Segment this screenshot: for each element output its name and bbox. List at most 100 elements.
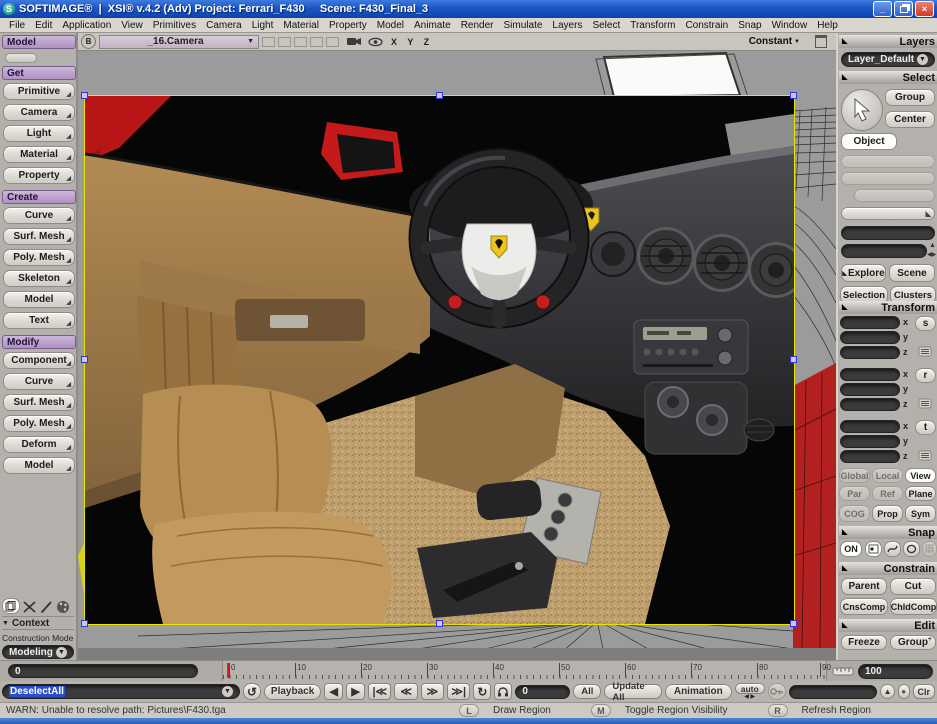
mode-plane-button[interactable]: Plane — [905, 486, 936, 501]
selection-cursor-button[interactable] — [841, 89, 883, 131]
autokey-button[interactable]: auto — [735, 683, 765, 694]
tool-pen-icon[interactable] — [40, 600, 54, 614]
selection-filter-dropdown[interactable]: ◣ — [841, 207, 935, 220]
constrain-panel-header[interactable]: ◣ Constrain — [839, 562, 937, 575]
spin-up-icon[interactable]: ▲ — [929, 242, 936, 249]
region-handle[interactable] — [436, 92, 443, 99]
minimize-button[interactable]: _ — [873, 1, 892, 17]
menu-light[interactable]: Light — [247, 20, 279, 31]
create-poly-mesh-button[interactable]: Poly. Mesh◢ — [3, 249, 75, 266]
snap-point-button[interactable] — [865, 541, 882, 557]
menu-file[interactable]: File — [4, 20, 30, 31]
mode-view-button[interactable]: View — [905, 468, 936, 483]
get-primitive-button[interactable]: Primitive◢ — [3, 83, 75, 100]
menu-select[interactable]: Select — [587, 20, 625, 31]
layer-selector-dropdown[interactable]: Layer_Default ▼ — [841, 52, 935, 67]
edit-freeze-button[interactable]: Freeze — [841, 635, 887, 650]
menu-property[interactable]: Property — [324, 20, 372, 31]
menu-camera[interactable]: Camera — [201, 20, 247, 31]
create-text-button[interactable]: Text◢ — [3, 312, 75, 329]
prop-button[interactable]: Prop — [872, 505, 903, 522]
explore-button[interactable]: ◣Explore — [841, 264, 886, 282]
snap-curve-button[interactable] — [884, 541, 901, 557]
translate-z-field[interactable] — [840, 450, 900, 463]
modify-deform-button[interactable]: Deform◢ — [3, 436, 75, 453]
select-filter-slot[interactable] — [854, 189, 935, 202]
scale-options-icon[interactable] — [918, 346, 932, 357]
keyframe-button[interactable] — [768, 683, 786, 700]
viewport-canvas[interactable] — [78, 51, 836, 660]
menu-render[interactable]: Render — [456, 20, 499, 31]
script-edit-field[interactable] — [789, 685, 878, 699]
transform-panel-header[interactable]: ◣ Transform — [839, 301, 937, 314]
mode-par-button[interactable]: Par — [839, 486, 870, 501]
rotate-x-field[interactable] — [840, 368, 900, 381]
region-handle[interactable] — [436, 620, 443, 627]
snap-panel-header[interactable]: ◣ Snap — [839, 526, 937, 539]
selection-text-field[interactable] — [841, 226, 935, 240]
menu-animate[interactable]: Animate — [409, 20, 456, 31]
playback-menu-button[interactable]: Playback — [264, 684, 321, 700]
module-switcher[interactable]: Model — [2, 35, 76, 49]
modify-surf-mesh-button[interactable]: Surf. Mesh◢ — [3, 394, 75, 411]
menu-model[interactable]: Model — [372, 20, 409, 31]
scene-button[interactable]: Scene — [889, 264, 935, 282]
rotate-options-icon[interactable] — [918, 398, 932, 409]
frame-range-field[interactable]: 100 — [858, 664, 933, 679]
update-all-button[interactable]: Update All — [604, 684, 661, 699]
scrub-up-button[interactable]: ▲ — [880, 684, 894, 699]
rotate-y-field[interactable] — [840, 383, 900, 396]
region-handle[interactable] — [790, 356, 797, 363]
constrain-cnscomp-button[interactable]: CnsComp — [840, 598, 888, 615]
menu-material[interactable]: Material — [278, 20, 324, 31]
audio-mute-button[interactable] — [494, 683, 512, 700]
close-button[interactable]: × — [915, 1, 934, 17]
snap-object-button[interactable] — [903, 541, 920, 557]
view-mode-slot[interactable] — [278, 37, 291, 47]
tool-pliers-icon[interactable] — [22, 600, 38, 614]
command-dropdown[interactable]: DeselectAll ▼ — [2, 684, 240, 699]
camera-icon[interactable] — [346, 36, 362, 47]
menu-layers[interactable]: Layers — [547, 20, 587, 31]
constrain-chldcomp-button[interactable]: ChldComp — [890, 598, 937, 615]
playback-frame-field[interactable]: 0 — [515, 685, 570, 699]
get-material-button[interactable]: Material◢ — [3, 146, 75, 163]
eye-icon[interactable] — [368, 37, 383, 47]
select-center-button[interactable]: Center — [885, 111, 935, 128]
go-to-end-button[interactable]: ≫| — [447, 683, 470, 700]
snap-grid-button[interactable] — [922, 541, 937, 557]
record-button[interactable]: ● — [898, 684, 910, 699]
scale-z-field[interactable] — [840, 346, 900, 359]
region-handle[interactable] — [81, 92, 88, 99]
rotate-z-field[interactable] — [840, 398, 900, 411]
select-object-button[interactable]: Object — [841, 133, 897, 150]
menu-application[interactable]: Application — [57, 20, 116, 31]
restore-button[interactable] — [894, 1, 913, 17]
snap-on-button[interactable]: ON — [840, 541, 862, 557]
frame-forward-button[interactable]: ▶ — [346, 683, 365, 700]
create-model-button[interactable]: Model◢ — [3, 291, 75, 308]
menu-snap[interactable]: Snap — [733, 20, 766, 31]
view-mode-slot[interactable] — [294, 37, 307, 47]
ruler-icon[interactable] — [832, 666, 854, 677]
viewport-camera-dropdown[interactable]: _16.Camera ▼ — [99, 35, 259, 49]
menu-transform[interactable]: Transform — [625, 20, 680, 31]
view-mode-slot[interactable] — [326, 37, 339, 47]
scale-tool-button[interactable]: s — [915, 316, 936, 331]
memo-cam-button[interactable]: B — [81, 34, 96, 49]
region-handle[interactable] — [81, 356, 88, 363]
loop-mode-button[interactable]: ↻ — [473, 683, 491, 700]
translate-tool-button[interactable]: t — [915, 420, 936, 435]
modify-component-button[interactable]: Component◢ — [3, 352, 75, 369]
layers-panel-header[interactable]: ◣ Layers — [839, 35, 937, 48]
view-mode-slot[interactable] — [310, 37, 323, 47]
menu-view[interactable]: View — [116, 20, 148, 31]
select-panel-header[interactable]: ◣ Select — [839, 71, 937, 84]
cog-button[interactable]: COG — [839, 505, 870, 522]
edit-group-button[interactable]: Group+ — [890, 635, 936, 650]
menu-window[interactable]: Window — [767, 20, 813, 31]
view-mode-slot[interactable] — [262, 37, 275, 47]
multi-object-icon[interactable] — [2, 598, 20, 614]
rotate-tool-button[interactable]: r — [915, 368, 936, 383]
animation-menu-button[interactable]: Animation — [665, 684, 732, 700]
